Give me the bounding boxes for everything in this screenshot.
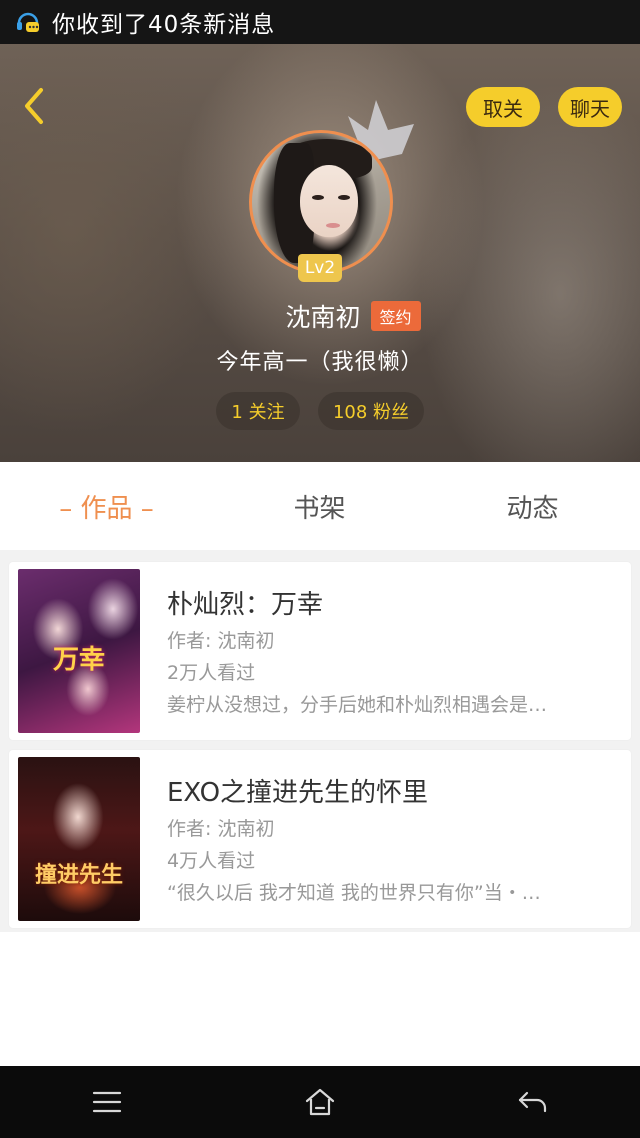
user-name: 沈南初 — [285, 303, 361, 332]
book-description: “很久以后 我才知道 我的世界只有你”当・… — [167, 882, 541, 904]
book-views: 2万人看过 — [167, 662, 256, 684]
tab-bookshelf[interactable]: 书架 — [213, 488, 426, 525]
notification-text[interactable]: 你收到了40条新消息 — [52, 5, 275, 39]
back-nav-button[interactable] — [426, 1066, 639, 1138]
book-views: 4万人看过 — [167, 850, 256, 872]
cover-title: 撞进先生 — [34, 862, 123, 888]
divider — [0, 550, 640, 562]
status-bar: 你收到了40条新消息 — [0, 0, 640, 44]
headset-chat-icon — [14, 8, 42, 36]
system-nav-bar — [0, 1066, 640, 1138]
signed-badge: 签约 — [370, 301, 421, 331]
user-name-row: 沈南初 签约 — [0, 294, 640, 338]
chat-button[interactable]: 聊天 — [558, 87, 622, 127]
book-title: 朴灿烈：万幸 — [167, 590, 324, 620]
book-author: 作者: 沈南初 — [167, 818, 275, 840]
back-button[interactable] — [12, 84, 56, 128]
book-cover: 万幸 — [18, 569, 140, 733]
following-count[interactable]: 1 关注 — [216, 392, 300, 430]
followers-count[interactable]: 108 粉丝 — [318, 392, 424, 430]
tab-activity[interactable]: 动态 — [426, 488, 639, 525]
cover-title: 万幸 — [52, 645, 105, 675]
book-description: 姜柠从没想过，分手后她和朴灿烈相遇会是… — [167, 694, 548, 716]
unfollow-button[interactable]: 取关 — [466, 87, 540, 127]
profile-header: 取关 聊天 Lv2 沈南初 签约 今年高一（我很懒） 1 关注 108 粉丝 — [0, 44, 640, 462]
back-arrow-icon — [518, 1091, 546, 1113]
tab-works[interactable]: – 作品 – — [0, 488, 213, 525]
book-card[interactable]: 万幸 朴灿烈：万幸 作者: 沈南初 2万人看过 姜柠从没想过，分手后她和朴灿烈相… — [9, 562, 631, 740]
home-icon — [305, 1088, 334, 1116]
level-badge: Lv2 — [298, 254, 342, 282]
book-title: EXO之撞进先生的怀里 — [167, 778, 429, 808]
book-cover: 撞进先生 — [18, 757, 140, 921]
book-author: 作者: 沈南初 — [167, 630, 275, 652]
avatar[interactable] — [249, 130, 393, 274]
user-bio: 今年高一（我很懒） — [216, 350, 424, 375]
tab-bar: – 作品 – 书架 动态 — [0, 462, 640, 550]
chevron-left-icon — [25, 88, 43, 124]
book-card[interactable]: 撞进先生 EXO之撞进先生的怀里 作者: 沈南初 4万人看过 “很久以后 我才知… — [9, 750, 631, 928]
home-button[interactable] — [213, 1066, 426, 1138]
menu-button[interactable] — [0, 1066, 213, 1138]
menu-icon — [92, 1091, 121, 1113]
